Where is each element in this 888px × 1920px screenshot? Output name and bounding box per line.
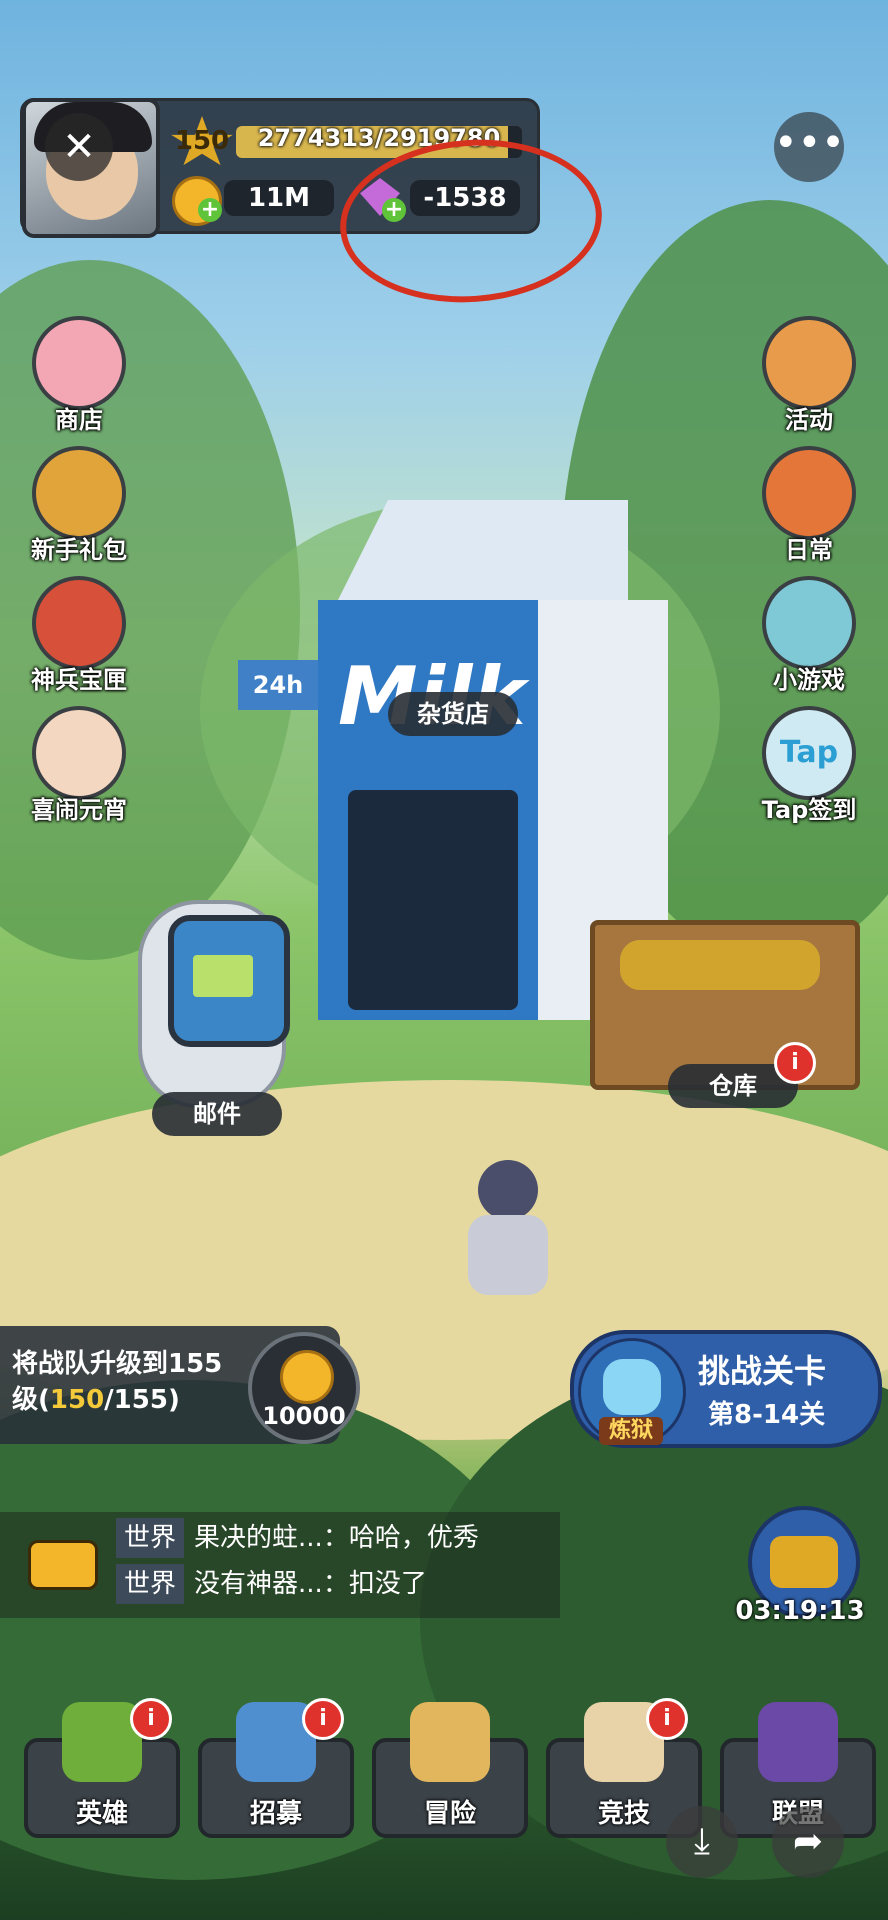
side-button-label: 小游戏 — [773, 666, 845, 694]
carton-24h-flag: 24h — [238, 660, 318, 710]
quest-progress-current: 150 — [49, 1385, 105, 1415]
treasure-chest-icon — [770, 1536, 838, 1588]
chat-panel[interactable]: 世界 果决的蛀...：哈哈，优秀 世界 没有神器...：扣没了 — [0, 1512, 560, 1618]
nav-label: 冒险 — [423, 1799, 476, 1829]
tap-logo-text: Tap — [779, 735, 839, 770]
vending-window — [348, 790, 518, 1010]
nav-alert-badge: i — [302, 1698, 344, 1740]
shop-icon — [32, 316, 126, 410]
download-icon: ⤓ — [694, 1821, 710, 1862]
challenge-emblem: 炼狱 — [578, 1338, 686, 1446]
chat-colon: ： — [322, 1523, 349, 1553]
events-icon — [762, 316, 856, 410]
side-button-label: 商店 — [55, 406, 103, 434]
nav-recruit[interactable]: 招募 i — [198, 1698, 354, 1838]
side-button-label: 新手礼包 — [31, 536, 127, 564]
quest-text: 将战队升级到155级(150/155) — [12, 1346, 242, 1418]
mail-label[interactable]: 邮件 — [152, 1092, 282, 1136]
lantern-festival-icon — [32, 706, 126, 800]
side-button-tap-checkin[interactable]: Tap Tap签到 — [754, 706, 864, 825]
alliance-icon — [758, 1702, 838, 1782]
chat-channel: 世界 — [116, 1564, 185, 1604]
crate-goods — [620, 940, 820, 990]
envelope-icon — [193, 955, 253, 997]
chat-colon: ： — [322, 1569, 349, 1599]
side-button-weapon-box[interactable]: 神兵宝匣 — [24, 576, 134, 695]
challenge-title: 挑战关卡 — [698, 1352, 827, 1390]
side-button-daily[interactable]: 日常 — [754, 446, 864, 565]
player-level: 150 — [174, 126, 230, 156]
nav-hero[interactable]: 英雄 i — [24, 1698, 180, 1838]
more-options-button[interactable]: ••• — [774, 112, 845, 182]
close-icon: ✕ — [62, 124, 96, 170]
download-button[interactable]: ⤓ — [666, 1806, 738, 1878]
side-button-lantern-festival[interactable]: 喜闹元宵 — [24, 706, 134, 825]
nav-label: 英雄 — [75, 1799, 128, 1829]
daily-icon — [762, 446, 856, 540]
close-button[interactable]: ✕ — [45, 113, 113, 181]
chat-message: 世界 果决的蛀...：哈哈，优秀 — [116, 1518, 479, 1558]
chat-sender: 没有神器... — [194, 1569, 323, 1599]
chat-channel: 世界 — [116, 1518, 185, 1558]
chat-bubble-icon[interactable] — [28, 1540, 98, 1590]
side-button-label: 活动 — [785, 406, 833, 434]
crown-coin-icon — [280, 1350, 334, 1404]
adventure-icon — [410, 1702, 490, 1782]
quest-panel[interactable]: 将战队升级到155级(150/155) 10000 — [0, 1326, 360, 1444]
side-button-label: Tap签到 — [761, 796, 857, 824]
side-button-minigame[interactable]: 小游戏 — [754, 576, 864, 695]
newbie-pack-icon — [32, 446, 126, 540]
share-icon: ➦ — [792, 1821, 824, 1862]
chat-text: 哈哈，优秀 — [348, 1523, 479, 1553]
quest-reward-button[interactable]: 10000 — [248, 1332, 360, 1444]
nav-adventure[interactable]: 冒险 — [372, 1702, 528, 1838]
minigame-icon — [762, 576, 856, 670]
side-button-newbie-pack[interactable]: 新手礼包 — [24, 446, 134, 565]
side-button-label: 神兵宝匣 — [31, 666, 127, 694]
side-button-events[interactable]: 活动 — [754, 316, 864, 435]
hero-character — [448, 1160, 568, 1300]
nav-alert-badge: i — [646, 1698, 688, 1740]
gold-amount: 11M — [224, 180, 334, 216]
add-gold-icon[interactable]: + — [198, 198, 222, 222]
quest-reward-amount: 10000 — [262, 1402, 346, 1430]
tap-checkin-icon: Tap — [762, 706, 856, 800]
warehouse-crate[interactable] — [590, 860, 860, 1090]
warehouse-alert-badge: i — [774, 1042, 816, 1084]
chat-text: 扣没了 — [348, 1569, 427, 1599]
side-button-label: 喜闹元宵 — [31, 796, 127, 824]
side-button-label: 日常 — [785, 536, 833, 564]
challenge-mode-label: 炼狱 — [599, 1417, 663, 1445]
chat-sender: 果决的蛀... — [194, 1523, 323, 1553]
grocery-store-label[interactable]: 杂货店 — [388, 692, 518, 736]
nav-label: 招募 — [249, 1799, 302, 1829]
smartwatch-mail[interactable] — [118, 900, 290, 1108]
challenge-subtitle: 第8-14关 — [708, 1400, 826, 1430]
challenge-stage-button[interactable]: 炼狱 挑战关卡 第8-14关 — [570, 1330, 882, 1448]
more-dots-icon: ••• — [774, 120, 845, 166]
skull-dog-icon — [603, 1359, 661, 1415]
chest-timer: 03:19:13 — [735, 1596, 865, 1626]
quest-text-suffix: /155) — [104, 1385, 180, 1415]
nav-alert-badge: i — [130, 1698, 172, 1740]
share-button[interactable]: ➦ — [772, 1806, 844, 1878]
chat-message: 世界 没有神器...：扣没了 — [116, 1564, 427, 1604]
weapon-box-icon — [32, 576, 126, 670]
side-button-shop[interactable]: 商店 — [24, 316, 134, 435]
